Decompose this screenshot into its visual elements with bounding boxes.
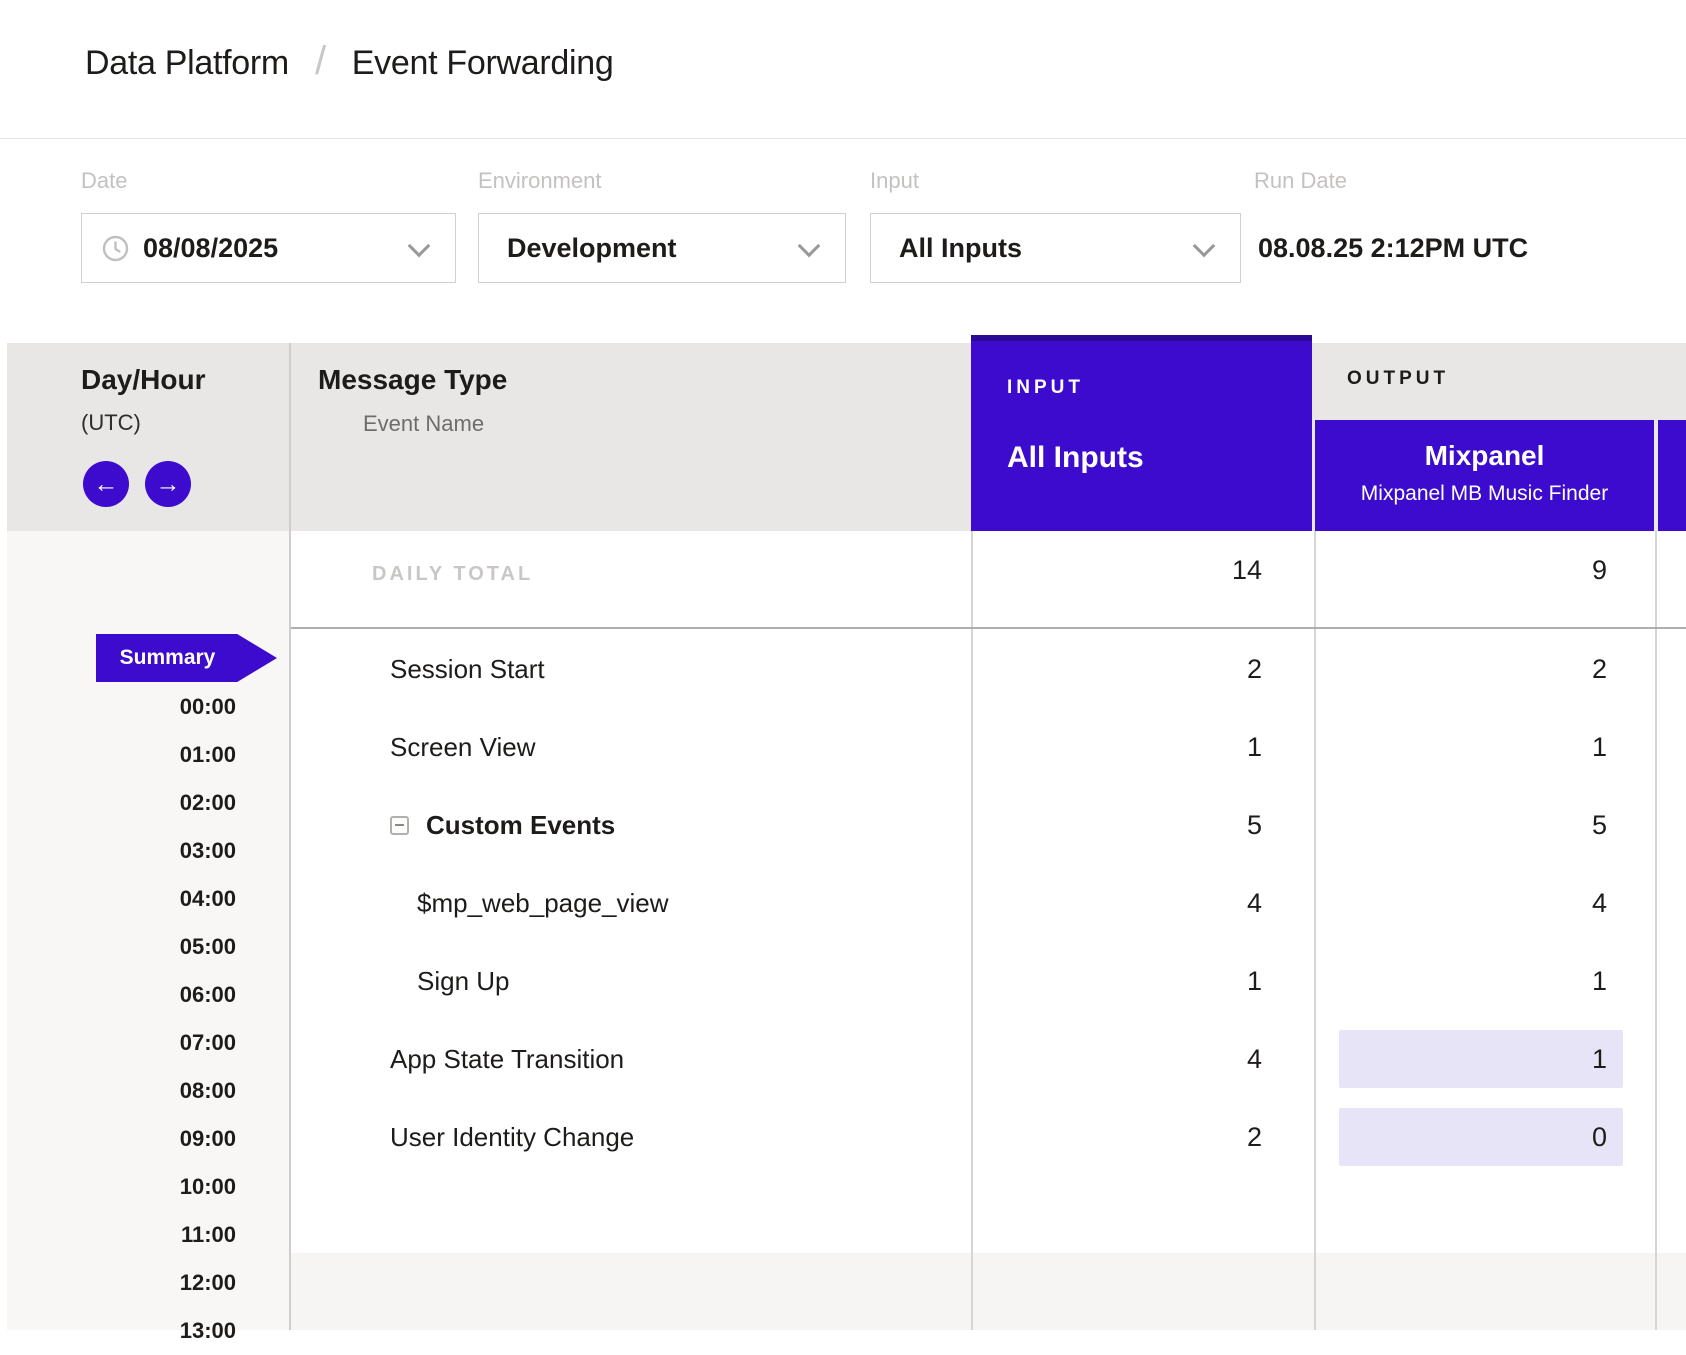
- breadcrumb-section[interactable]: Data Platform: [85, 44, 289, 83]
- row-label: Screen View: [390, 708, 536, 786]
- previous-day-button[interactable]: ←: [83, 461, 129, 507]
- table-row: User Identity Change 20: [291, 1098, 1686, 1176]
- environment-label: Environment: [478, 168, 602, 194]
- input-column-name: All Inputs: [1007, 441, 1144, 475]
- row-label-text: Screen View: [390, 732, 536, 763]
- day-hour-title: Day/Hour: [81, 364, 205, 396]
- daily-total-input-value: 14: [971, 555, 1314, 586]
- table-row: $mp_web_page_view 44: [291, 864, 1686, 942]
- input-column-header[interactable]: INPUT All Inputs: [971, 335, 1312, 531]
- row-label: Sign Up: [417, 942, 510, 1020]
- date-label: Date: [81, 168, 127, 194]
- hour-item-0800[interactable]: 08:00: [7, 1067, 236, 1115]
- row-label: $mp_web_page_view: [417, 864, 669, 942]
- row-input-value: 2: [971, 1098, 1314, 1176]
- chevron-down-icon: [798, 235, 821, 258]
- event-name-subtitle: Event Name: [363, 411, 484, 437]
- hour-item-0200[interactable]: 02:00: [7, 779, 236, 827]
- input-group-label: INPUT: [1007, 377, 1084, 399]
- daily-total-output-value: 9: [1314, 555, 1655, 586]
- row-label-text: Session Start: [390, 654, 545, 685]
- row-output-value: 4: [1314, 864, 1655, 942]
- gridline-input-left: [971, 531, 973, 1330]
- row-label: App State Transition: [390, 1020, 624, 1098]
- row-label-text: Sign Up: [417, 966, 510, 997]
- table-row: App State Transition 41: [291, 1020, 1686, 1098]
- hour-item-0600[interactable]: 06:00: [7, 971, 236, 1019]
- row-label: User Identity Change: [390, 1098, 634, 1176]
- hour-item-0000[interactable]: 00:00: [7, 683, 236, 731]
- row-input-value: 2: [971, 630, 1314, 708]
- hour-item-0900[interactable]: 09:00: [7, 1115, 236, 1163]
- run-date-value: 08.08.25 2:12PM UTC: [1258, 213, 1528, 283]
- hour-item-0500[interactable]: 05:00: [7, 923, 236, 971]
- table-footer-band: [291, 1253, 1686, 1330]
- hour-item-0700[interactable]: 07:00: [7, 1019, 236, 1067]
- arrow-right-icon: →: [156, 470, 181, 499]
- row-output-value-highlighted: 0: [1339, 1108, 1623, 1166]
- input-label: Input: [870, 168, 919, 194]
- gridline-input-right: [1314, 531, 1316, 1330]
- breadcrumb: Data Platform / Event Forwarding: [85, 40, 613, 86]
- hour-item-0400[interactable]: 04:00: [7, 875, 236, 923]
- clipped-output-column-header[interactable]: [1658, 420, 1686, 531]
- date-select[interactable]: 08/08/2025: [81, 213, 456, 283]
- row-output-value: 2: [1314, 630, 1655, 708]
- row-label-text: User Identity Change: [390, 1122, 634, 1153]
- header-divider: [0, 138, 1686, 139]
- row-label-text: Custom Events: [426, 810, 615, 841]
- collapse-toggle-icon[interactable]: [390, 816, 409, 835]
- summary-tab-label: Summary: [120, 646, 216, 670]
- environment-value: Development: [507, 233, 677, 264]
- hour-item-1200[interactable]: 12:00: [7, 1259, 236, 1307]
- row-output-value: 1: [1314, 708, 1655, 786]
- row-output-value-highlighted: 1: [1339, 1030, 1623, 1088]
- environment-select[interactable]: Development: [478, 213, 846, 283]
- chevron-down-icon: [408, 235, 431, 258]
- table-row: Custom Events 55: [291, 786, 1686, 864]
- clock-icon: [102, 235, 129, 262]
- row-input-value: 5: [971, 786, 1314, 864]
- input-value: All Inputs: [899, 233, 1022, 264]
- input-select[interactable]: All Inputs: [870, 213, 1241, 283]
- hour-item-0100[interactable]: 01:00: [7, 731, 236, 779]
- message-type-title: Message Type: [318, 364, 507, 396]
- table-row: Sign Up 11: [291, 942, 1686, 1020]
- output-column-subtitle: Mixpanel MB Music Finder: [1315, 482, 1654, 506]
- table-row: Screen View 11: [291, 708, 1686, 786]
- table-row: Session Start 22: [291, 630, 1686, 708]
- breadcrumb-page: Event Forwarding: [352, 44, 614, 83]
- run-date-label: Run Date: [1254, 168, 1347, 194]
- hour-item-0300[interactable]: 03:00: [7, 827, 236, 875]
- row-label: Custom Events: [390, 786, 615, 864]
- daily-total-row: DAILY TOTAL 14 9: [291, 531, 1686, 628]
- day-hour-subtitle: (UTC): [81, 410, 141, 436]
- output-group-label: OUTPUT: [1347, 368, 1449, 390]
- daily-total-label: DAILY TOTAL: [372, 563, 533, 586]
- breadcrumb-separator: /: [315, 39, 326, 84]
- next-day-button[interactable]: →: [145, 461, 191, 507]
- daily-total-divider: [291, 627, 1686, 629]
- column-divider: [289, 343, 291, 1330]
- row-label: Session Start: [390, 630, 545, 708]
- row-input-value: 4: [971, 1020, 1314, 1098]
- row-label-text: App State Transition: [390, 1044, 624, 1075]
- gridline-output-right: [1655, 531, 1657, 1330]
- date-value: 08/08/2025: [143, 233, 278, 264]
- output-column-name: Mixpanel: [1315, 440, 1654, 472]
- row-label-text: $mp_web_page_view: [417, 888, 669, 919]
- output-column-header[interactable]: Mixpanel Mixpanel MB Music Finder: [1315, 420, 1654, 531]
- row-input-value: 1: [971, 708, 1314, 786]
- hour-item-1100[interactable]: 11:00: [7, 1211, 236, 1259]
- chevron-down-icon: [1193, 235, 1216, 258]
- row-input-value: 1: [971, 942, 1314, 1020]
- arrow-left-icon: ←: [94, 470, 119, 499]
- hour-item-1300[interactable]: 13:00: [7, 1307, 236, 1355]
- hour-item-1000[interactable]: 10:00: [7, 1163, 236, 1211]
- row-output-value: 5: [1314, 786, 1655, 864]
- row-input-value: 4: [971, 864, 1314, 942]
- row-output-value: 1: [1314, 942, 1655, 1020]
